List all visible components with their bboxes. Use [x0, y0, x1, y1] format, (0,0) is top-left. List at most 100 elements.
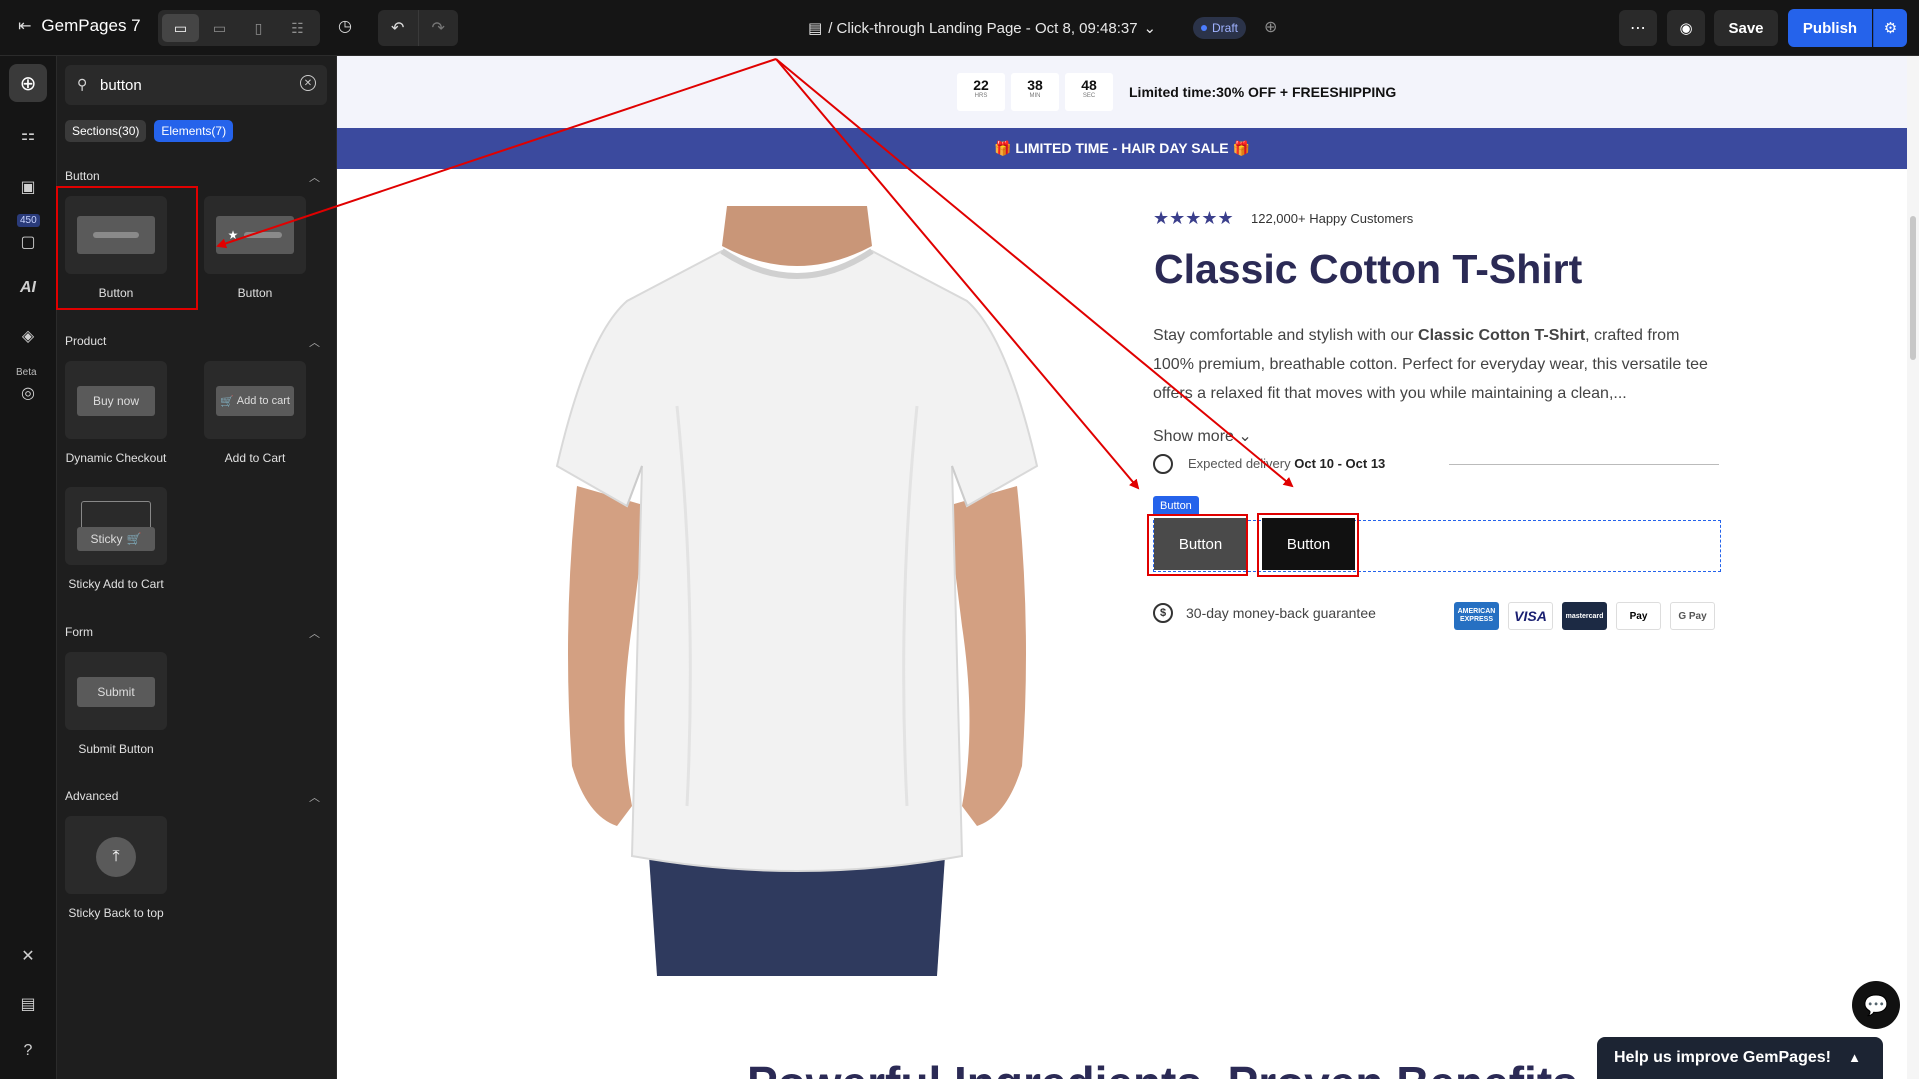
chevron-up-icon[interactable]: ︿	[309, 625, 320, 641]
tile-sticky-add-to-cart[interactable]: Sticky 🛒	[65, 487, 167, 565]
category-product: Product	[65, 334, 107, 348]
layout-icon[interactable]: ☷	[279, 14, 316, 42]
selected-element-badge[interactable]: Button	[1153, 496, 1199, 515]
search-input[interactable]	[100, 74, 290, 96]
visa-icon: VISA	[1508, 602, 1553, 630]
chevron-up-icon[interactable]: ︿	[309, 789, 320, 805]
apple-pay-text: Pay	[1629, 610, 1648, 622]
preview-icon[interactable]: ◉	[1667, 10, 1705, 46]
page-icon: ▤	[808, 20, 823, 37]
section-heading[interactable]: Powerful Ingredients, Proven Benefits	[747, 1056, 1578, 1079]
panel-tabs: Sections(30) Elements(7)	[65, 120, 234, 142]
exit-icon[interactable]: ⇤	[18, 16, 31, 36]
laptop-icon[interactable]: ▭	[201, 14, 238, 42]
chevron-down-icon: ⌄	[1238, 428, 1252, 445]
tile-dynamic-checkout[interactable]: Buy now	[65, 361, 167, 439]
sticky-preview-text: Sticky	[90, 532, 123, 546]
button-preview-bar	[244, 232, 283, 238]
product-button-1[interactable]: Button	[1154, 518, 1247, 570]
apple-pay-icon: Pay	[1616, 602, 1661, 630]
add-to-cart-preview-text: Add to cart	[236, 395, 290, 407]
count-badge: 450	[17, 214, 40, 227]
undo-icon[interactable]: ↶	[378, 10, 418, 46]
tab-elements[interactable]: Elements(7)	[154, 120, 234, 142]
page-title[interactable]: ▤ / Click-through Landing Page - Oct 8, …	[808, 19, 1156, 38]
description-text: Stay comfortable and stylish with our	[1153, 327, 1419, 344]
brand-name: GemPages 7	[41, 16, 141, 35]
save-button[interactable]: Save	[1714, 10, 1778, 46]
publish-button[interactable]: Publish	[1788, 9, 1872, 47]
brand[interactable]: ⇤ GemPages 7	[18, 16, 141, 36]
top-bar: ⇤ GemPages 7 ▭ ▭ ▯ ☷ ◷ ↶ ↷ ▤ / Click-thr…	[0, 0, 1919, 56]
pages-icon[interactable]: ▣	[0, 177, 56, 197]
layers-icon[interactable]: ◈	[0, 326, 56, 346]
arrow-up-icon: ⤒	[96, 837, 136, 877]
x-icon[interactable]: ✕	[0, 946, 56, 966]
caret-up-icon[interactable]: ▲	[1848, 1050, 1861, 1065]
more-icon[interactable]: ⋯	[1619, 10, 1657, 46]
mobile-icon[interactable]: ▯	[240, 14, 277, 42]
feedback-bar[interactable]: Help us improve GemPages! ▲	[1597, 1037, 1883, 1079]
theme-icon[interactable]: ◎	[0, 383, 56, 403]
checklist-icon[interactable]: ▤	[0, 994, 56, 1014]
timer-hours: 22 HRS	[957, 73, 1005, 111]
desktop-icon[interactable]: ▭	[162, 14, 199, 42]
help-icon[interactable]: ?	[0, 1042, 56, 1060]
ai-icon[interactable]: AI	[0, 279, 56, 297]
tile-label: Sticky Back to top	[68, 906, 164, 920]
google-pay-icon: G Pay	[1670, 602, 1715, 630]
tile-sticky-back-to-top[interactable]: ⤒	[65, 816, 167, 894]
scrollbar-thumb[interactable]	[1910, 216, 1916, 360]
sale-banner: 🎁 LIMITED TIME - HAIR DAY SALE 🎁	[337, 128, 1907, 169]
divider	[1449, 464, 1719, 465]
timer-minutes: 38 MIN	[1011, 73, 1059, 111]
sections-icon[interactable]: ⚏	[0, 125, 56, 145]
mastercard-icon: mastercard	[1562, 602, 1607, 630]
show-more-link[interactable]: Show more ⌄	[1153, 426, 1252, 446]
delivery-dates: Oct 10 - Oct 13	[1294, 456, 1386, 471]
category-button: Button	[65, 169, 100, 183]
feedback-text: Help us improve GemPages!	[1614, 1049, 1831, 1066]
tab-sections[interactable]: Sections(30)	[65, 120, 147, 142]
timer-unit: SEC	[1082, 93, 1096, 99]
tile-button[interactable]	[65, 196, 167, 274]
tile-add-to-cart[interactable]: 🛒 Add to cart	[204, 361, 306, 439]
page-title-text: / Click-through Landing Page - Oct 8, 09…	[828, 19, 1138, 37]
timer-unit: HRS	[974, 93, 988, 99]
timer-seconds: 48 SEC	[1065, 73, 1113, 111]
app-window: ⇤ GemPages 7 ▭ ▭ ▯ ☷ ◷ ↶ ↷ ▤ / Click-thr…	[0, 0, 1919, 1079]
history-icon[interactable]: ◷	[338, 16, 352, 36]
tile-label: Button	[237, 286, 273, 300]
category-form: Form	[65, 625, 93, 639]
description-bold: Classic Cotton T-Shirt	[1418, 327, 1586, 344]
button-preview	[77, 216, 155, 254]
show-more-text: Show more	[1153, 428, 1234, 445]
sticky-preview: Sticky 🛒	[77, 527, 155, 551]
add-element-icon[interactable]: ⊕	[9, 64, 47, 102]
library-icon[interactable]: ▢	[0, 232, 56, 252]
globe-icon[interactable]: ⊕	[1264, 17, 1277, 37]
category-advanced: Advanced	[65, 789, 119, 803]
product-description[interactable]: Stay comfortable and stylish with our Cl…	[1153, 321, 1713, 408]
tile-submit-button[interactable]: Submit	[65, 652, 167, 730]
publish-settings-icon[interactable]: ⚙	[1873, 9, 1907, 47]
tile-button-icon[interactable]: ★	[204, 196, 306, 274]
button-icon-preview: ★	[216, 216, 294, 254]
chevron-up-icon[interactable]: ︿	[309, 334, 320, 350]
tile-label: Button	[98, 286, 134, 300]
canvas-scrollbar[interactable]	[1907, 56, 1919, 1079]
beta-label: Beta	[16, 367, 37, 378]
chat-icon[interactable]: 💬	[1852, 981, 1900, 1029]
chevron-up-icon[interactable]: ︿	[309, 169, 320, 185]
add-to-cart-preview: 🛒 Add to cart	[216, 386, 294, 416]
redo-icon[interactable]: ↷	[417, 10, 459, 46]
product-image[interactable]	[537, 206, 1057, 976]
status-text: Draft	[1212, 21, 1239, 35]
product-title[interactable]: Classic Cotton T-Shirt	[1154, 246, 1582, 293]
delivery-info: Expected delivery Oct 10 - Oct 13	[1188, 456, 1385, 471]
tile-label: Add to Cart	[224, 451, 286, 465]
reviews-count: 122,000+ Happy Customers	[1251, 211, 1414, 226]
clear-icon[interactable]: ✕	[300, 75, 316, 91]
product-button-2[interactable]: Button	[1262, 518, 1355, 570]
status-dot	[1201, 25, 1207, 31]
